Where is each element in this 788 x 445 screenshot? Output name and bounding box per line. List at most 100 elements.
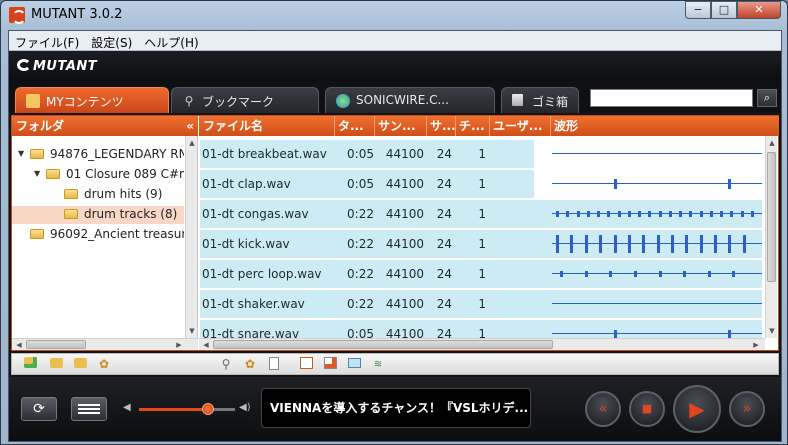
file-vscroll-thumb[interactable] — [767, 152, 776, 282]
transport-bar: ⟳ ◀ ◀) VIENNAを導入するチャンス！『VSLホリデ... « ■ ▶ … — [9, 377, 781, 441]
repeat-button[interactable]: ⟳ — [21, 397, 57, 421]
cell-rate: 44100 — [385, 147, 424, 161]
waveform[interactable] — [552, 290, 762, 318]
cell-rate: 44100 — [385, 207, 424, 221]
waveform-peak — [609, 271, 612, 277]
tab-trash[interactable]: ゴミ箱 — [501, 87, 579, 113]
waveform-peak — [634, 271, 637, 277]
waveform-peak — [700, 235, 703, 253]
stop-button[interactable]: ■ — [629, 391, 665, 427]
waveform-peak — [728, 235, 731, 253]
folder-settings-icon[interactable]: ✿ — [96, 357, 112, 372]
cell-rate: 44100 — [385, 177, 424, 191]
scroll-left-icon[interactable]: ◀ — [201, 340, 211, 350]
waveform[interactable] — [552, 170, 762, 198]
search-icon[interactable]: ⌕ — [757, 89, 777, 107]
cell-time: 0:05 — [347, 147, 374, 161]
waveform-peak — [751, 211, 754, 217]
rewind-button[interactable]: « — [585, 391, 621, 427]
waveform-icon[interactable]: ≋ — [370, 357, 386, 372]
cell-bits: 24 — [436, 237, 452, 251]
waveform-peak — [638, 211, 641, 217]
scroll-right-icon[interactable]: ▶ — [751, 340, 761, 350]
new-folder-icon[interactable] — [48, 357, 64, 372]
file-vscroll[interactable]: ▲ ▼ — [765, 136, 777, 338]
brand-name: MUTANT — [33, 59, 98, 74]
cell-ch: 1 — [478, 267, 486, 281]
cell-bits: 24 — [436, 177, 452, 191]
tab-sonicwire[interactable]: SONICWIRE.C... — [325, 87, 495, 113]
playlist-button[interactable] — [71, 397, 107, 421]
search-input[interactable] — [590, 89, 753, 107]
file-hscroll-thumb[interactable] — [213, 340, 553, 349]
waveform-peak — [728, 179, 731, 189]
cell-ch: 1 — [478, 237, 486, 251]
scroll-left-icon[interactable]: ◀ — [14, 340, 24, 350]
waveform-peak — [577, 211, 580, 217]
scroll-up-icon[interactable]: ▲ — [767, 138, 777, 148]
waveform[interactable] — [552, 140, 762, 168]
volume-slider[interactable] — [139, 403, 235, 415]
maximize-button[interactable]: □ — [711, 1, 737, 19]
cell-rate: 44100 — [385, 267, 424, 281]
column-view-icon[interactable] — [298, 357, 314, 372]
scroll-down-icon[interactable]: ▼ — [767, 326, 777, 336]
table-row[interactable]: 01-dt clap.wav 0:05 44100 24 1 — [200, 170, 762, 198]
waveform-baseline — [552, 273, 762, 274]
menu-help[interactable]: ヘルプ(H) — [138, 31, 204, 50]
volume-fill — [139, 408, 208, 411]
menu-file[interactable]: ファイル(F) — [9, 31, 85, 50]
table-row[interactable]: 01-dt snare.wav 0:05 44100 24 1 — [200, 320, 762, 338]
folder-hscroll[interactable]: ◀ ▶ — [12, 338, 198, 350]
trash-icon — [512, 94, 523, 106]
title-bar[interactable]: MUTANT 3.0.2 − □ ✕ — [1, 1, 787, 29]
scroll-right-icon[interactable]: ▶ — [174, 340, 184, 350]
cell-time: 0:22 — [347, 237, 374, 251]
play-button[interactable]: ▶ — [673, 385, 721, 433]
bookmark-icon[interactable]: ⚲ — [218, 357, 234, 372]
close-button[interactable]: ✕ — [737, 1, 781, 19]
settings-icon[interactable]: ✿ — [242, 357, 258, 372]
waveform[interactable] — [552, 230, 762, 258]
folder-hscroll-thumb[interactable] — [26, 340, 86, 349]
waveform-peak — [566, 211, 569, 217]
cell-time: 0:22 — [347, 267, 374, 281]
cell-ch: 1 — [478, 327, 486, 338]
table-row[interactable]: 01-dt kick.wav 0:22 44100 24 1 — [200, 230, 762, 258]
cell-bits: 24 — [436, 267, 452, 281]
news-ticker[interactable]: VIENNAを導入するチャンス！『VSLホリデ... — [261, 388, 531, 428]
add-folder-icon[interactable] — [22, 357, 38, 372]
playlist-icon — [78, 404, 100, 414]
menu-settings[interactable]: 設定(S) — [85, 31, 138, 50]
cell-ch: 1 — [478, 177, 486, 191]
table-row[interactable]: 01-dt congas.wav 0:22 44100 24 1 — [200, 200, 762, 228]
waveform[interactable] — [552, 320, 762, 338]
volume-knob[interactable] — [202, 403, 214, 415]
waveform[interactable] — [552, 200, 762, 228]
cell-bits: 24 — [436, 327, 452, 338]
waveform-peak — [743, 235, 746, 253]
folder-edit-icon[interactable] — [72, 357, 88, 372]
fast-forward-button[interactable]: » — [729, 391, 765, 427]
waveform-peak — [708, 271, 711, 277]
waveform-peak — [728, 330, 731, 338]
waveform-peak — [732, 271, 735, 277]
edit-list-icon[interactable] — [322, 357, 338, 372]
file-hscroll[interactable]: ◀ ▶ — [199, 338, 765, 350]
waveform-peak — [587, 211, 590, 217]
new-file-icon[interactable] — [266, 357, 282, 372]
monitor-icon[interactable] — [346, 357, 362, 372]
table-row[interactable]: 01-dt shaker.wav 0:22 44100 24 1 — [200, 290, 762, 318]
waveform[interactable] — [552, 260, 762, 288]
waveform-peak — [597, 211, 600, 217]
tab-label: MYコンテンツ — [46, 95, 124, 109]
table-row[interactable]: 01-dt breakbeat.wav 0:05 44100 24 1 — [200, 140, 762, 168]
minimize-button[interactable]: − — [685, 1, 711, 19]
table-row[interactable]: 01-dt perc loop.wav 0:22 44100 24 1 — [200, 260, 762, 288]
tab-my-contents[interactable]: MYコンテンツ — [15, 87, 169, 113]
waveform-peak — [648, 211, 651, 217]
tab-bookmarks[interactable]: ⚲ ブックマーク — [171, 87, 319, 113]
window-title: MUTANT 3.0.2 — [31, 7, 123, 22]
waveform-peak — [710, 211, 713, 217]
clip-icon: ⚲ — [184, 94, 194, 108]
